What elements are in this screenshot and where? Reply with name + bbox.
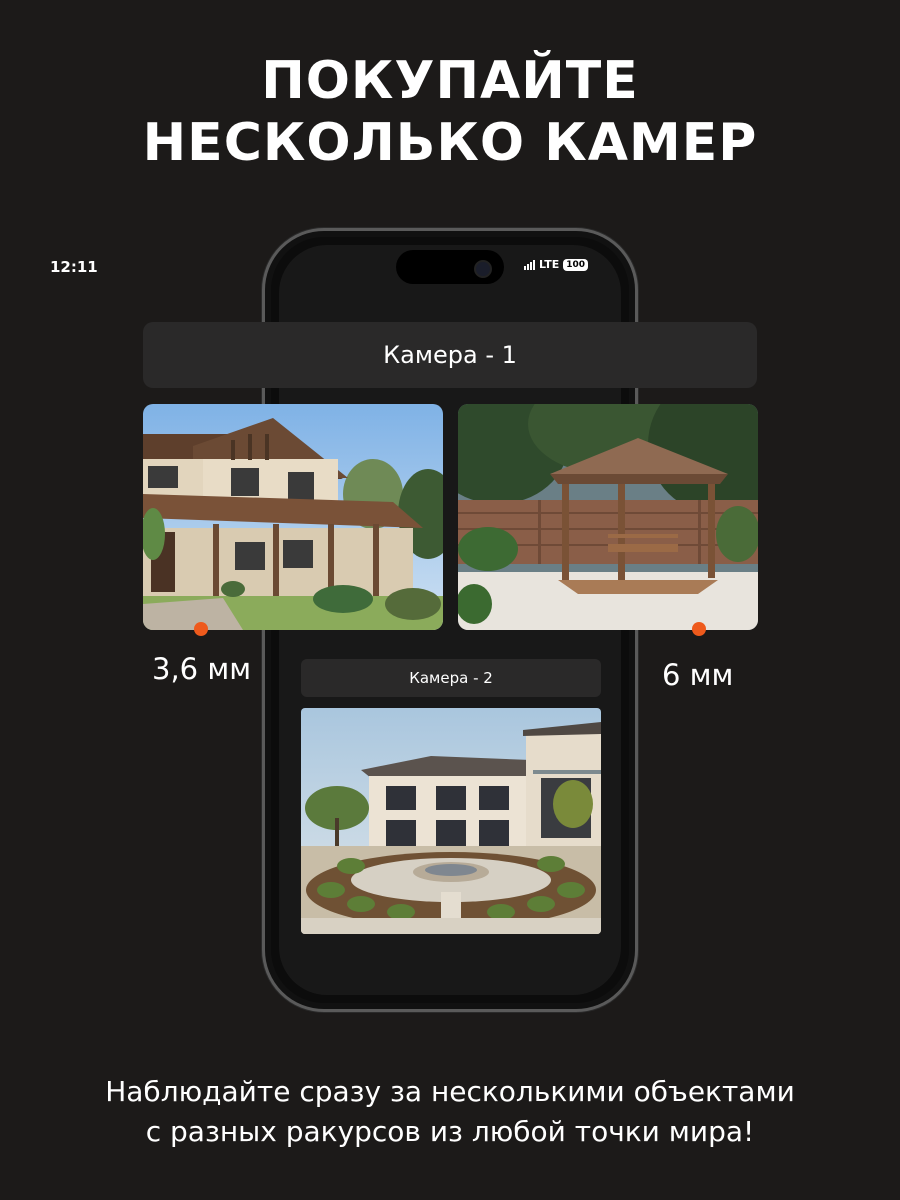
lens-focal-right: 6 мм: [662, 658, 734, 692]
caption-line-2: с разных ракурсов из любой точки мира!: [145, 1115, 755, 1148]
camera-1-label[interactable]: Камера - 1: [143, 322, 757, 388]
caption-line-1: Наблюдайте сразу за несколькими объектам…: [105, 1075, 795, 1108]
signal-icon: [524, 259, 535, 270]
front-camera-icon: [474, 260, 492, 278]
headline: ПОКУПАЙТЕ НЕСКОЛЬКО КАМЕР: [0, 50, 900, 174]
lens-marker-left: [194, 622, 208, 636]
camera-photo-mansion[interactable]: [301, 708, 601, 934]
lens-focal-left: 3,6 мм: [152, 652, 252, 686]
camera-photo-house[interactable]: [143, 404, 443, 630]
headline-line-1: ПОКУПАЙТЕ: [261, 51, 639, 111]
headline-line-2: НЕСКОЛЬКО КАМЕР: [142, 113, 758, 173]
network-type: LTE: [539, 258, 560, 271]
lens-marker-right: [692, 622, 706, 636]
battery-icon: 100: [563, 258, 589, 271]
status-indicators: LTE 100: [524, 258, 589, 271]
camera-photo-gazebo[interactable]: [458, 404, 758, 630]
camera-2-label[interactable]: Камера - 2: [301, 659, 601, 697]
dynamic-island: [396, 250, 504, 284]
status-time: 12:11: [50, 258, 98, 276]
caption: Наблюдайте сразу за несколькими объектам…: [0, 1072, 900, 1152]
